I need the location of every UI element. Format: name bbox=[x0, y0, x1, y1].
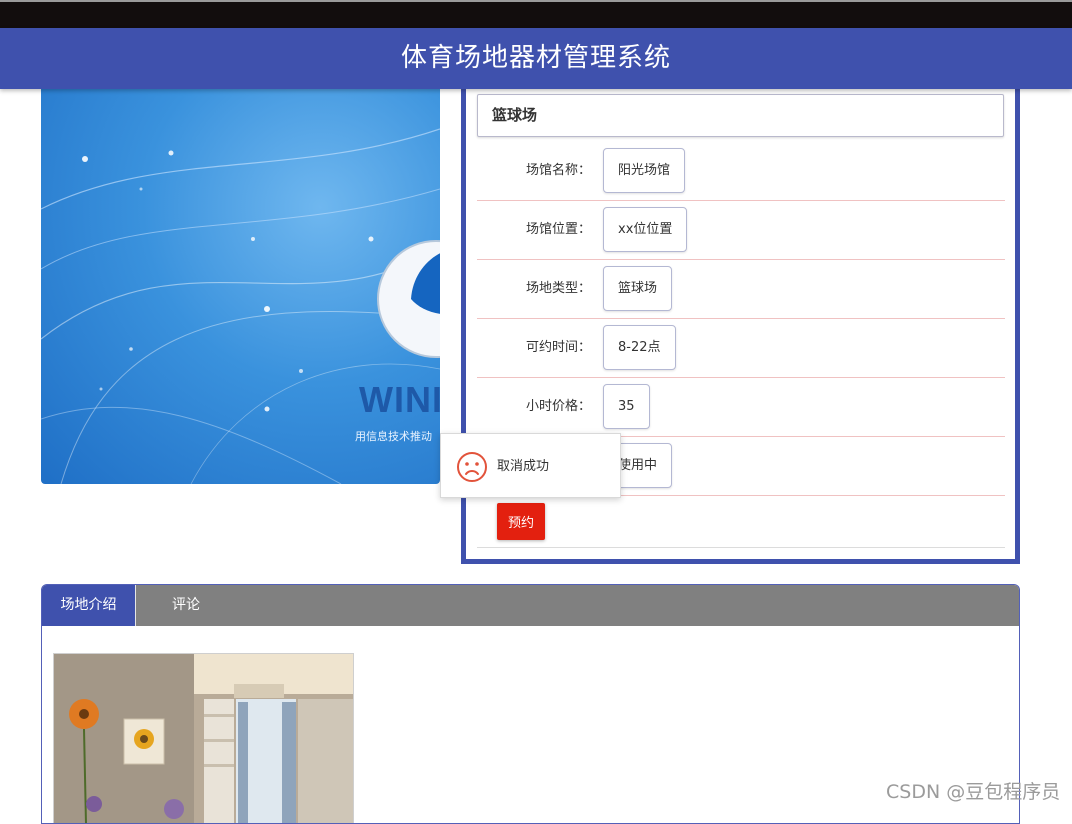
page-title: 体育场地器材管理系统 bbox=[400, 43, 671, 73]
watermark: CSDN @豆包程序员 bbox=[886, 781, 1061, 803]
field-label: 可约时间： bbox=[525, 340, 591, 355]
tabs-panel: 场地介绍 评论 bbox=[41, 584, 1020, 824]
tab-comments[interactable]: 评论 bbox=[136, 585, 236, 626]
field-label: 场馆位置： bbox=[525, 222, 591, 237]
info-row-venue-location: 场馆位置： xx位位置 bbox=[477, 200, 1005, 260]
page-header: 体育场地器材管理系统 bbox=[0, 28, 1072, 89]
field-label: 场馆名称： bbox=[525, 163, 591, 178]
info-row-available-time: 可约时间： 8-22点 bbox=[477, 318, 1005, 378]
venue-title: 篮球场 bbox=[477, 94, 1004, 137]
browser-top-bar bbox=[0, 0, 1072, 28]
field-label: 小时价格： bbox=[525, 399, 591, 414]
venue-location-value: xx位位置 bbox=[603, 207, 688, 252]
banner-logo-text: WINI bbox=[359, 379, 440, 420]
hourly-price-value: 35 bbox=[603, 384, 650, 429]
available-time-value: 8-22点 bbox=[603, 325, 676, 370]
field-type-value: 篮球场 bbox=[603, 266, 673, 311]
banner-image: WINI 用信息技术推动 bbox=[41, 89, 440, 484]
info-row-venue-name: 场馆名称： 阳光场馆 bbox=[477, 141, 1005, 201]
venue-photo bbox=[53, 653, 354, 823]
divider bbox=[477, 547, 1005, 548]
info-row-hourly-price: 小时价格： 35 bbox=[477, 377, 1005, 437]
venue-name-value: 阳光场馆 bbox=[603, 148, 686, 193]
tab-bar: 场地介绍 评论 bbox=[42, 585, 1019, 626]
banner-slogan: 用信息技术推动 bbox=[355, 430, 432, 443]
toast-notification: 取消成功 bbox=[440, 433, 621, 498]
info-row-field-type: 场地类型： 篮球场 bbox=[477, 259, 1005, 319]
tab-venue-intro[interactable]: 场地介绍 bbox=[42, 585, 135, 626]
book-button[interactable]: 预约 bbox=[497, 503, 545, 540]
sad-face-icon bbox=[457, 452, 487, 482]
banner-art bbox=[41, 128, 440, 484]
field-label: 场地类型： bbox=[525, 281, 591, 296]
room-photo-art bbox=[54, 654, 353, 823]
toast-message: 取消成功 bbox=[497, 459, 550, 474]
